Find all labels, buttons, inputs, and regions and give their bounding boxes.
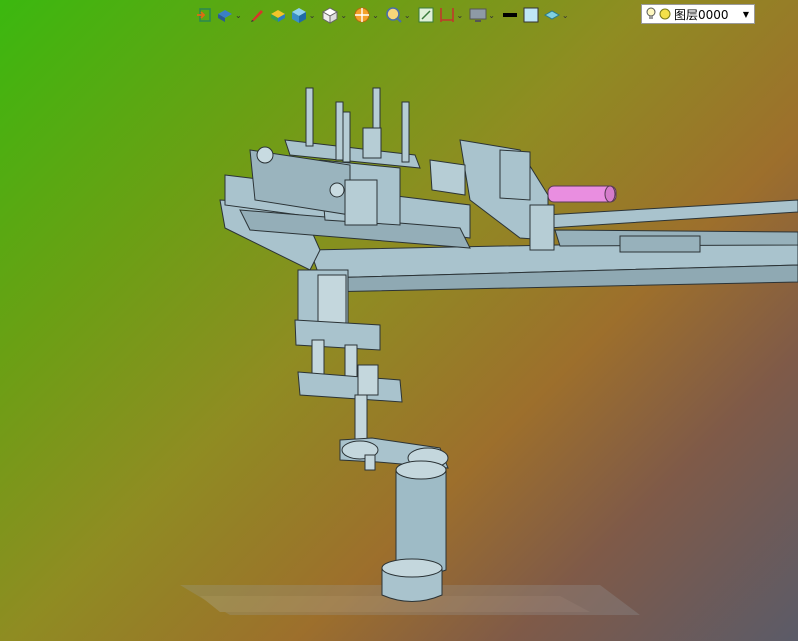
layer-dropdown[interactable]: 图层0000 ▼: [641, 4, 755, 24]
chevron-down-icon: ⌄: [403, 10, 411, 20]
chevron-down-icon: ⌄: [456, 10, 464, 20]
lightbulb-icon: [646, 7, 656, 19]
hide-show-button[interactable]: ⌄: [321, 4, 350, 26]
chevron-down-icon: ⌄: [340, 10, 348, 20]
hide-show-icon: [322, 7, 339, 24]
chevron-down-icon: ▼: [742, 9, 749, 19]
layer-visible-icon: [659, 8, 671, 20]
view-orient-icon: [218, 10, 232, 22]
chevron-down-icon: ⌄: [372, 10, 379, 20]
cylinder-motor: [381, 460, 447, 602]
view-toolbar: ⌄ ⌄ ⌄ ⌄ ⌄ ⌄ ⌄ ⌄: [195, 2, 572, 28]
fill-color-icon: [523, 7, 539, 23]
display-style-icon: [291, 8, 306, 23]
grid-snap-button[interactable]: [417, 4, 435, 26]
sketch-pen-button[interactable]: [248, 4, 266, 26]
monitor-view-icon: [469, 8, 487, 22]
chevron-down-icon: ⌄: [488, 10, 495, 20]
line-color-button[interactable]: [501, 4, 519, 26]
section-view-button[interactable]: ⌄: [353, 4, 382, 26]
chevron-down-icon: ⌄: [308, 10, 316, 20]
display-style-button[interactable]: ⌄: [290, 4, 319, 26]
layer-name: 图层0000: [674, 7, 729, 22]
cad-3d-viewport[interactable]: [0, 0, 798, 641]
shaded-box-button[interactable]: [269, 4, 287, 26]
monitor-view-button[interactable]: ⌄: [469, 4, 498, 26]
chevron-down-icon: ⌄: [235, 10, 242, 20]
vertical-column: [294, 269, 403, 441]
grid-snap-icon: [418, 7, 434, 23]
zoom-icon: [386, 7, 402, 23]
zoom-button[interactable]: ⌄: [385, 4, 414, 26]
layer-stack-button[interactable]: ⌄: [543, 4, 572, 26]
dimension-icon: [439, 8, 454, 22]
layer-stack-icon: [543, 10, 560, 20]
dimension-button[interactable]: ⌄: [438, 4, 467, 26]
line-color-icon: [502, 13, 517, 17]
pink-cylinder: [547, 185, 617, 203]
sketch-pen-icon: [250, 10, 263, 22]
fill-color-button[interactable]: [522, 4, 540, 26]
exit-sketch-icon: [197, 8, 211, 22]
shaded-box-icon: [270, 10, 285, 22]
chevron-down-icon: ⌄: [561, 10, 569, 20]
exit-sketch-button[interactable]: [195, 4, 213, 26]
view-orient-button[interactable]: ⌄: [216, 4, 245, 26]
section-view-icon: [354, 7, 370, 23]
